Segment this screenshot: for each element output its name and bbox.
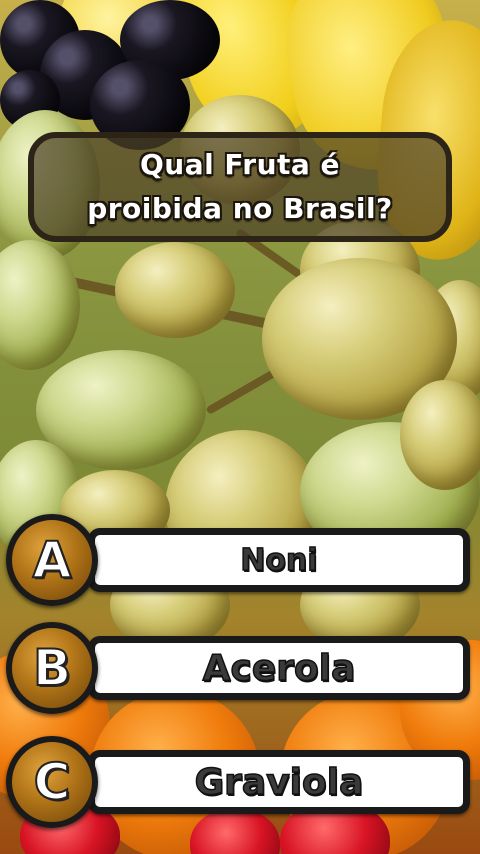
answer-letter: C: [33, 752, 72, 812]
grape-shape: [115, 242, 235, 338]
answer-label: Acerola: [202, 647, 356, 690]
answer-letter-badge: C: [6, 736, 98, 828]
answer-option-c[interactable]: Graviola C: [0, 732, 480, 832]
quiz-screen: Qual Fruta é proibida no Brasil? Noni A …: [0, 0, 480, 854]
answer-letter-badge: B: [6, 622, 98, 714]
answer-letter: B: [32, 638, 72, 698]
answer-bar[interactable]: Noni: [88, 528, 470, 592]
answer-label: Graviola: [194, 761, 364, 804]
answer-bar[interactable]: Graviola: [88, 750, 470, 814]
answer-option-a[interactable]: Noni A: [0, 510, 480, 610]
fruit-background-image: [0, 0, 480, 854]
answer-bar[interactable]: Acerola: [88, 636, 470, 700]
answer-label: Noni: [240, 542, 319, 579]
question-text: Qual Fruta é proibida no Brasil?: [87, 148, 393, 225]
grape-shape: [400, 380, 480, 490]
question-box: Qual Fruta é proibida no Brasil?: [28, 132, 452, 242]
answer-letter-badge: A: [6, 514, 98, 606]
answer-option-b[interactable]: Acerola B: [0, 618, 480, 718]
answer-letter: A: [32, 530, 73, 590]
